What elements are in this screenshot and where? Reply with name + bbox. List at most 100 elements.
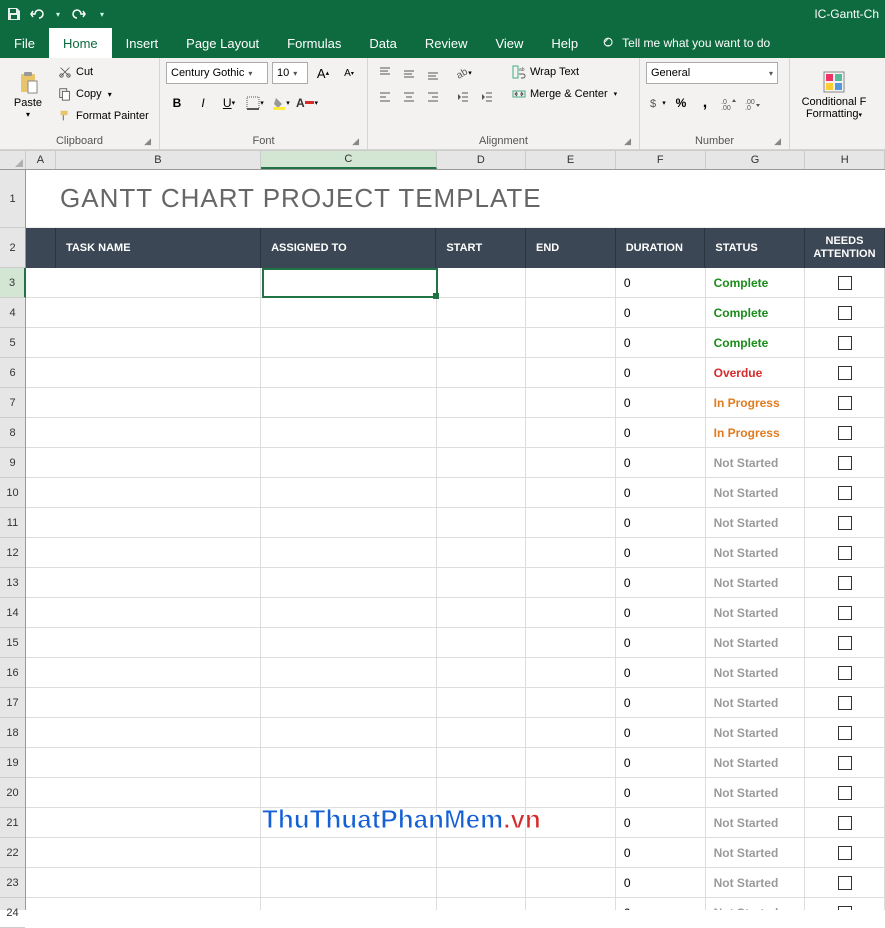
cut-button[interactable]: Cut [54,62,153,82]
checkbox-icon[interactable] [838,366,852,380]
cell-end[interactable] [526,448,616,477]
cell-status[interactable]: Not Started [706,448,806,477]
cell-end[interactable] [526,868,616,897]
decrease-decimal-icon[interactable]: .00.0 [742,92,764,114]
cell-status[interactable]: Complete [706,328,806,357]
decrease-indent-icon[interactable] [452,86,474,108]
cell-start[interactable] [437,568,527,597]
cell-needs-attention[interactable] [805,748,885,777]
cell-assigned-to[interactable] [261,478,436,507]
col-status[interactable]: STATUS [705,228,805,268]
table-row[interactable]: 0Not Started [26,598,885,628]
dialog-launcher-icon[interactable]: ◢ [144,136,151,147]
cell-start[interactable] [437,418,527,447]
cell-needs-attention[interactable] [805,628,885,657]
table-row[interactable]: 0Complete [26,268,885,298]
cell-status[interactable]: Not Started [706,868,806,897]
tab-page-layout[interactable]: Page Layout [172,28,273,58]
table-row[interactable]: 0Not Started [26,448,885,478]
cell-end[interactable] [526,628,616,657]
cell-start[interactable] [437,898,527,910]
row-header-19[interactable]: 19 [0,748,25,778]
tab-home[interactable]: Home [49,28,112,58]
table-row[interactable]: 0Not Started [26,568,885,598]
cell-task-name[interactable] [56,868,261,897]
table-row[interactable]: 0Not Started [26,478,885,508]
col-header-B[interactable]: B [56,151,261,169]
align-right-icon[interactable] [422,86,444,108]
checkbox-icon[interactable] [838,306,852,320]
cell-status[interactable]: Not Started [706,628,806,657]
cell-start[interactable] [437,598,527,627]
number-format-combo[interactable]: General▾ [646,62,778,84]
cell-end[interactable] [526,718,616,747]
cell-task-name[interactable] [56,388,261,417]
cell-duration[interactable]: 0 [616,568,706,597]
checkbox-icon[interactable] [838,666,852,680]
cell-assigned-to[interactable] [261,568,436,597]
table-row[interactable]: 0Complete [26,328,885,358]
cell-assigned-to[interactable] [261,268,436,297]
row-header-16[interactable]: 16 [0,658,25,688]
chevron-down-icon[interactable]: ▾ [50,6,66,22]
cell-needs-attention[interactable] [805,268,885,297]
checkbox-icon[interactable] [838,786,852,800]
cell-status[interactable]: Not Started [706,508,806,537]
cell-end[interactable] [526,598,616,627]
cell-end[interactable] [526,298,616,327]
cell-needs-attention[interactable] [805,778,885,807]
cell-assigned-to[interactable] [261,718,436,747]
checkbox-icon[interactable] [838,486,852,500]
tab-review[interactable]: Review [411,28,482,58]
cell-task-name[interactable] [56,298,261,327]
cell-duration[interactable]: 0 [616,748,706,777]
cell-end[interactable] [526,268,616,297]
cell-end[interactable] [526,568,616,597]
table-row[interactable]: 0Not Started [26,778,885,808]
conditional-formatting-button[interactable]: Conditional FFormatting▾ [796,62,872,128]
col-header-E[interactable]: E [526,151,616,169]
row-header-23[interactable]: 23 [0,868,25,898]
table-row[interactable]: 0Not Started [26,898,885,910]
cell-needs-attention[interactable] [805,448,885,477]
cell-needs-attention[interactable] [805,688,885,717]
font-color-button[interactable]: A▾ [296,92,318,114]
cell-assigned-to[interactable] [261,598,436,627]
checkbox-icon[interactable] [838,636,852,650]
cell-status[interactable]: Not Started [706,538,806,567]
cell-status[interactable]: Not Started [706,718,806,747]
cell-needs-attention[interactable] [805,358,885,387]
cell-duration[interactable]: 0 [616,388,706,417]
cell-status[interactable]: Not Started [706,808,806,837]
cell-start[interactable] [437,658,527,687]
orientation-button[interactable]: ab▾ [452,62,474,84]
cell-assigned-to[interactable] [261,658,436,687]
cell-assigned-to[interactable] [261,898,436,910]
undo-icon[interactable] [28,6,44,22]
col-task-name[interactable]: TASK NAME [56,228,261,268]
cell-task-name[interactable] [56,748,261,777]
cell-start[interactable] [437,868,527,897]
cell-duration[interactable]: 0 [616,868,706,897]
cell-task-name[interactable] [56,328,261,357]
checkbox-icon[interactable] [838,606,852,620]
row-header-7[interactable]: 7 [0,388,25,418]
align-left-icon[interactable] [374,86,396,108]
cell-start[interactable] [437,298,527,327]
cell-assigned-to[interactable] [261,688,436,717]
cell-duration[interactable]: 0 [616,808,706,837]
col-header-F[interactable]: F [616,151,706,169]
table-row[interactable]: 0In Progress [26,418,885,448]
cell-end[interactable] [526,838,616,867]
table-row[interactable]: 0Not Started [26,658,885,688]
cell-start[interactable] [437,628,527,657]
cell-status[interactable]: Complete [706,298,806,327]
cell-needs-attention[interactable] [805,808,885,837]
cell-status[interactable]: In Progress [706,418,806,447]
cell-assigned-to[interactable] [261,538,436,567]
checkbox-icon[interactable] [838,456,852,470]
cell-start[interactable] [437,688,527,717]
col-header-H[interactable]: H [805,151,885,169]
cell-start[interactable] [437,478,527,507]
cell-end[interactable] [526,358,616,387]
